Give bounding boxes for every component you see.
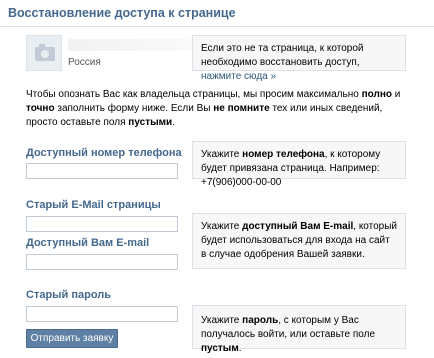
intro-text: Чтобы опознать Вас как владельца страниц… (26, 89, 401, 128)
profile-country: Россия (68, 57, 101, 68)
not-your-page-hint: Если это не та страница, к которой необх… (192, 35, 406, 82)
phone-hint: Укажите номер телефона, к которому будет… (192, 141, 406, 188)
current-email-hint: Укажите доступный Вам E-mail, который бу… (192, 213, 406, 269)
change-page-link[interactable]: нажмите сюда » (201, 71, 276, 82)
phone-label: Доступный номер телефона (26, 147, 182, 159)
current-email-input[interactable] (26, 254, 178, 270)
page-title: Восстановление доступа к странице (8, 6, 236, 20)
submit-request-button[interactable]: Отправить заявку (26, 329, 118, 348)
phone-input[interactable] (26, 163, 178, 179)
current-email-label: Доступный Вам E-mail (26, 237, 150, 249)
page-header: Восстановление доступа к странице (0, 0, 434, 27)
old-password-label: Старый пароль (26, 289, 112, 301)
avatar (26, 35, 62, 71)
camera-icon (35, 44, 55, 61)
old-password-hint: Укажите пароль, с которым у Вас получало… (192, 305, 406, 354)
old-email-label: Старый E-Mail страницы (26, 199, 161, 211)
old-email-input[interactable] (26, 216, 178, 232)
profile-name-blurred (68, 39, 192, 51)
old-password-input[interactable] (26, 306, 178, 322)
